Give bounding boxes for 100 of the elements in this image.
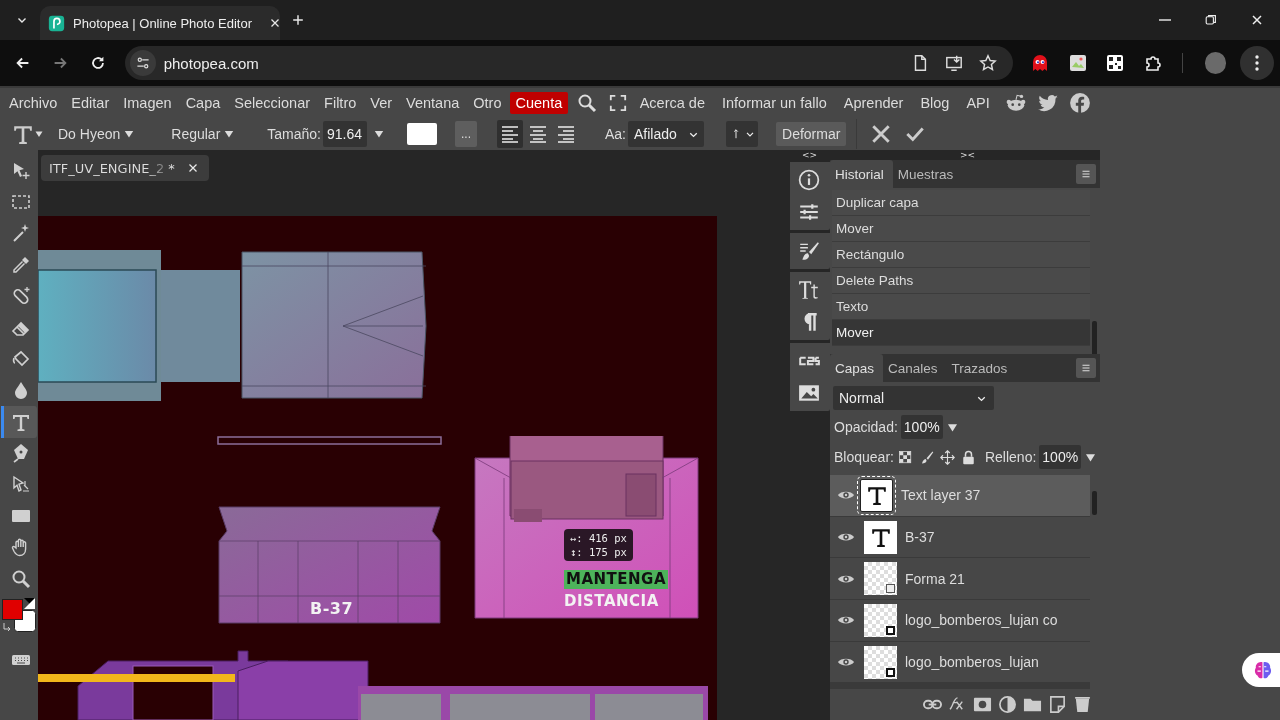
menu-link[interactable]: Blog — [911, 92, 958, 114]
menu-item[interactable]: Ver — [364, 92, 399, 114]
facebook-icon — [1068, 92, 1091, 114]
layer-name: logo_bomberos_lujan — [905, 654, 1039, 671]
panel-collapse-toggle[interactable]: >< — [960, 150, 976, 160]
dropdown-triangle-icon — [223, 128, 236, 140]
new-layer-icon — [1047, 694, 1067, 714]
character-icon — [798, 279, 820, 301]
panel-collapse-toggle[interactable]: <> — [802, 150, 818, 160]
layer-action-button[interactable] — [997, 693, 1017, 715]
menu-item[interactable]: Cuenta — [509, 92, 569, 114]
blend-mode-select[interactable]: Normal — [833, 386, 994, 410]
color-swatches-drawing[interactable] — [1, 598, 37, 635]
canvas-text: MANTENGA — [564, 570, 669, 589]
tool-button[interactable] — [1, 406, 37, 438]
layer-name: B-37 — [905, 529, 935, 546]
lock-toggle[interactable] — [938, 447, 957, 467]
antialias-select[interactable]: Afilado — [628, 121, 704, 147]
url-text: photopea.com — [163, 54, 259, 72]
layer-row[interactable]: B-37 — [830, 516, 1090, 559]
menu-item[interactable]: Imagen — [117, 92, 178, 114]
menu-item[interactable]: Archivo — [3, 92, 64, 114]
panel-tab[interactable]: Canales — [883, 354, 947, 382]
menu-item[interactable]: Filtro — [318, 92, 363, 114]
panel-tab[interactable]: Trazados — [946, 354, 1017, 382]
text-align-right-icon — [556, 124, 576, 144]
warp-button[interactable]: Deformar — [776, 122, 847, 146]
lock-all-icon — [961, 449, 977, 465]
image-icon — [798, 382, 820, 404]
lock-label: Bloquear: — [834, 449, 894, 465]
browser-menu-button[interactable] — [1240, 46, 1274, 80]
search-icon — [577, 93, 598, 113]
app-logo-icon — [48, 14, 65, 32]
dropdown-triangle-icon — [123, 128, 136, 140]
bird-icon — [1036, 92, 1059, 114]
align-left-button[interactable] — [497, 120, 523, 148]
brush-settings-icon — [798, 240, 820, 262]
font-family-dropdown[interactable]: Do Hyeon — [54, 122, 140, 146]
opacity-label: Opacidad: — [834, 419, 898, 435]
panel-tab[interactable]: Historial — [830, 160, 893, 188]
bookmark-star-icon — [979, 54, 998, 72]
tab-title: Photopea | Online Photo Editor — [73, 15, 252, 31]
layer-row[interactable]: Forma 21 — [830, 558, 1090, 601]
panel-tab[interactable]: Muestras — [892, 160, 963, 188]
info-icon — [798, 169, 820, 191]
qr-code-icon — [1105, 53, 1126, 73]
canvas-text: B-37 — [310, 599, 354, 618]
address-bar[interactable]: photopea.com — [124, 46, 1014, 80]
canvas-text: DISTANCIA — [564, 592, 659, 611]
menu-link[interactable]: Informar un fallo — [712, 92, 835, 114]
layer-row[interactable]: logo_bomberos_lujan co — [830, 600, 1090, 642]
menu-link[interactable]: Aprender — [834, 92, 912, 114]
browser-tab[interactable]: Photopea | Online Photo Editor — [40, 6, 280, 40]
zoom-icon — [10, 568, 31, 589]
layer-row[interactable]: Text layer 37 — [830, 475, 1090, 517]
panel-menu-button[interactable] — [1076, 164, 1096, 184]
profile-avatar[interactable] — [1204, 52, 1227, 74]
menu-item[interactable]: Editar — [65, 92, 116, 114]
opacity-field[interactable]: 100% — [900, 415, 943, 439]
menu-link[interactable]: Acerca de — [630, 92, 713, 114]
fullscreen-icon — [608, 94, 627, 112]
menu-item[interactable]: Seleccionar — [228, 92, 317, 114]
adjustment-layer-icon — [997, 694, 1017, 714]
layer-row[interactable]: logo_bomberos_lujan — [830, 641, 1090, 684]
layer-action-button[interactable] — [1047, 693, 1067, 715]
site-settings-icon — [134, 55, 151, 71]
layer-name: Text layer 37 — [901, 487, 981, 504]
assistant-button[interactable] — [1242, 653, 1280, 687]
fill-field[interactable]: 100% — [1039, 445, 1082, 469]
panel-menu-button[interactable] — [1076, 358, 1096, 378]
orientation-select[interactable] — [726, 121, 758, 147]
arrow-select-icon — [10, 474, 31, 495]
menu-link[interactable]: API — [957, 92, 998, 114]
text-color-swatch[interactable] — [407, 123, 437, 145]
adjustments-icon — [798, 201, 820, 223]
menu-item[interactable]: Capa — [179, 92, 227, 114]
document-tab[interactable]: ITF_UV_ENGINE_2 * — [41, 155, 209, 181]
dropdown-triangle-icon — [34, 129, 44, 139]
font-size-field[interactable]: 91.64 — [323, 121, 367, 147]
site-info-button[interactable] — [129, 50, 156, 76]
size-label: Tamaño: — [267, 126, 321, 142]
lock-position-icon — [940, 449, 956, 465]
unsaved-mark: * — [168, 160, 175, 176]
bandage-icon — [10, 286, 31, 307]
reddit-icon — [1004, 92, 1027, 114]
menu-item[interactable]: Otro — [467, 92, 508, 114]
font-style-dropdown[interactable]: Regular — [167, 122, 240, 146]
layer-name: logo_bomberos_lujan co — [905, 612, 1058, 629]
antialias-label: Aa: — [605, 126, 626, 142]
text-layer-thumbnail — [860, 478, 893, 512]
menu-item[interactable]: Ventana — [400, 92, 466, 114]
dropdown-triangle-icon — [373, 128, 385, 140]
height-reading: ↕: 175 px — [570, 545, 627, 559]
minimize-icon — [1158, 19, 1172, 21]
more-options-button[interactable]: ... — [455, 121, 477, 147]
panel-tab[interactable]: Capas — [830, 354, 884, 382]
text-align-center-icon — [528, 124, 548, 144]
trash-icon — [1072, 694, 1092, 714]
history-item[interactable]: Mover — [832, 320, 1090, 346]
plus-icon — [290, 12, 306, 28]
